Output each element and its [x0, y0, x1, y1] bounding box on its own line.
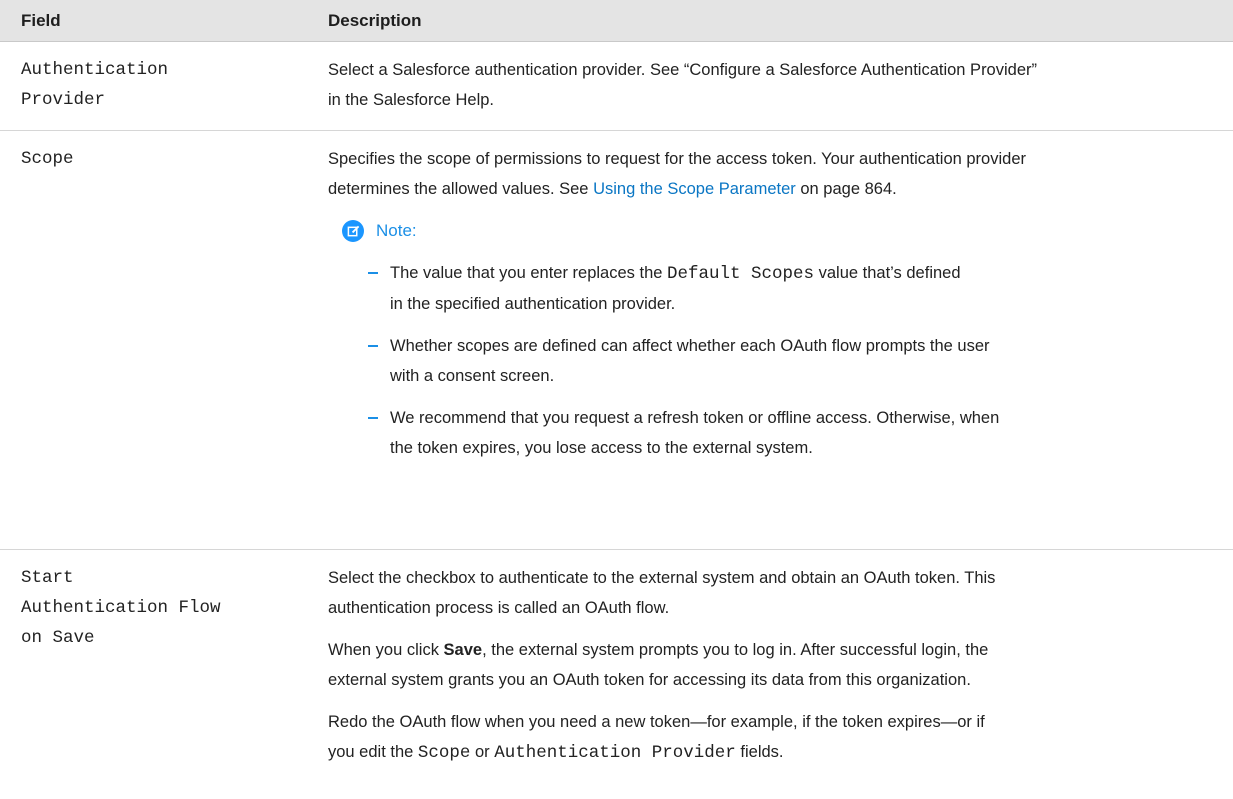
header-field: Field [21, 11, 61, 30]
description-line: Redo the OAuth flow when you need a new … [328, 713, 985, 731]
table-header: Field Description [0, 0, 1233, 42]
list-item: The value that you enter replaces the De… [366, 258, 1217, 319]
bullet-dash [368, 345, 378, 347]
description-line: you edit the Scope or Authentication Pro… [328, 737, 1217, 768]
header-description: Description [328, 11, 422, 30]
field-name-line: Authentication Flow [21, 598, 221, 618]
code-authentication-provider: Authentication Provider [494, 743, 736, 763]
table-row-scope: Scope Specifies the scope of permissions… [0, 131, 1233, 550]
description-line: in the Salesforce Help. [328, 91, 495, 109]
text-span: When you click [328, 641, 444, 659]
field-name-line: Start [21, 568, 74, 588]
table-row-authentication-provider: Authentication Provider Select a Salesfo… [0, 42, 1233, 131]
text-span: , the external system prompts you to log… [482, 641, 989, 659]
code-scope: Scope [417, 743, 471, 763]
text-span: value that’s defined [814, 264, 961, 282]
edit-note-icon [342, 220, 364, 242]
text-span: or [470, 743, 495, 761]
list-item: Whether scopes are defined can affect wh… [366, 331, 1217, 391]
bullet-dash [368, 272, 378, 274]
text-line: Whether scopes are defined can affect wh… [390, 337, 990, 355]
table-row-start-authentication-flow: Start Authentication Flow on Save Select… [0, 550, 1233, 798]
field-name-line: Scope [21, 149, 74, 169]
description-line: Select the checkbox to authenticate to t… [328, 569, 996, 587]
text-line: the token expires, you lose access to th… [390, 439, 813, 457]
text-span: The value that you enter replaces the [390, 264, 668, 282]
text-line: in the specified authentication provider… [390, 295, 676, 313]
note-label: Note: [376, 221, 417, 240]
list-item: We recommend that you request a refresh … [366, 403, 1217, 463]
code-default-scopes: Default Scopes [667, 264, 815, 284]
field-name-line: on Save [21, 628, 95, 648]
description-scope: Specifies the scope of permissions to re… [318, 144, 1233, 549]
description-line: Specifies the scope of permissions to re… [328, 150, 1026, 168]
description-line: authentication process is called an OAut… [328, 599, 670, 617]
description-line: determines the allowed values. See Using… [328, 174, 1217, 204]
save-label-bold: Save [443, 641, 483, 659]
text-line: We recommend that you request a refresh … [390, 409, 1000, 427]
note-bullet-list: The value that you enter replaces the De… [366, 258, 1217, 463]
description-authentication-provider: Select a Salesforce authentication provi… [318, 55, 1233, 130]
field-description-table: Field Description Authentication Provide… [0, 0, 1233, 798]
text-span: fields. [735, 743, 784, 761]
field-name-start-authentication-flow: Start Authentication Flow on Save [0, 563, 318, 798]
description-line: external system grants you an OAuth toke… [328, 671, 971, 689]
field-name-scope: Scope [0, 144, 318, 549]
text-line: with a consent screen. [390, 367, 555, 385]
text-span: you edit the [328, 743, 418, 761]
field-name-authentication-provider: Authentication Provider [0, 55, 318, 130]
description-start-authentication-flow: Select the checkbox to authenticate to t… [318, 563, 1233, 798]
description-line: When you click Save, the external system… [328, 635, 1217, 665]
description-line: Select a Salesforce authentication provi… [328, 61, 1037, 79]
field-name-line: Authentication [21, 60, 169, 80]
bullet-dash [368, 417, 378, 419]
scope-parameter-link[interactable]: Using the Scope Parameter [593, 180, 796, 198]
text-span: determines the allowed values. See [328, 180, 594, 198]
note-header: Note: [342, 216, 1217, 246]
text-span: on page 864. [795, 180, 897, 198]
field-name-line: Provider [21, 90, 106, 110]
